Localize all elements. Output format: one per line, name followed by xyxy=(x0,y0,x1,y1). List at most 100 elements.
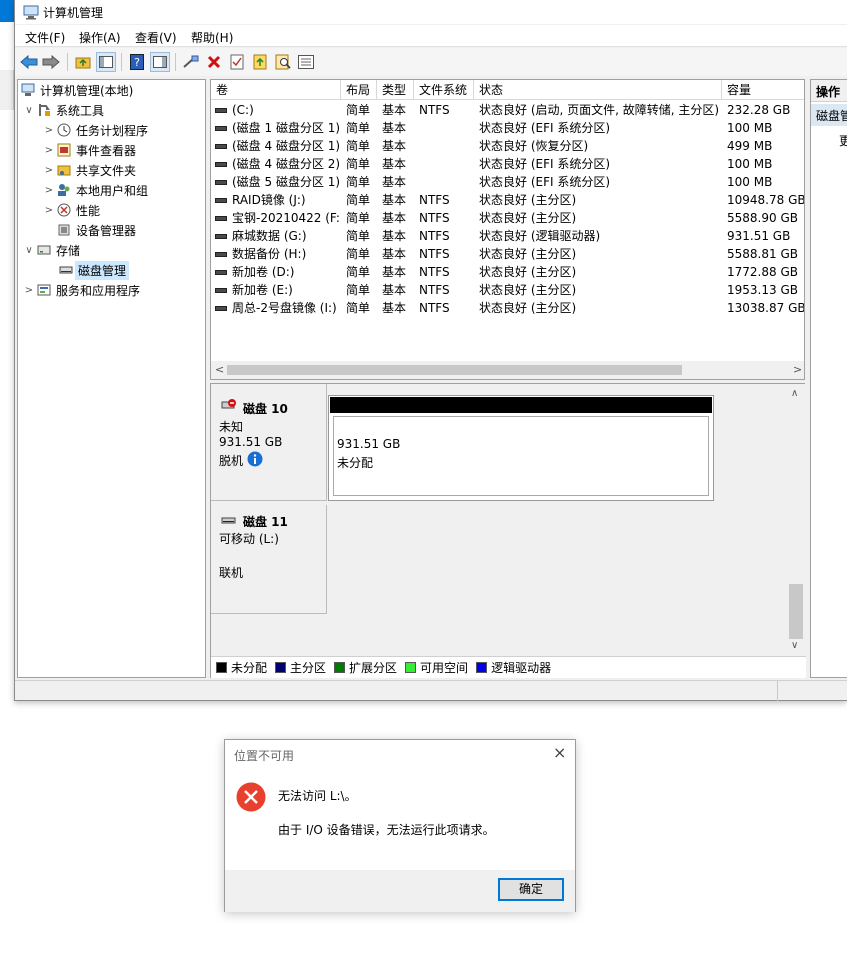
legend-label: 逻辑驱动器 xyxy=(491,661,552,675)
table-row[interactable]: (磁盘 1 磁盘分区 1) 简单 基本 状态良好 (EFI 系统分区) 100 MB xyxy=(211,119,804,137)
table-cell: 状态良好 (EFI 系统分区) xyxy=(479,155,723,173)
scroll-right-icon[interactable]: > xyxy=(793,363,802,376)
column-header-capacity[interactable]: 容量 xyxy=(722,80,804,100)
export-icon[interactable] xyxy=(250,52,270,72)
table-row[interactable]: 宝钢-20210422 (F:) 简单 基本 NTFS 状态良好 (主分区) 5588.9… xyxy=(211,209,804,227)
cell-text: 状态良好 (EFI 系统分区) xyxy=(479,175,611,189)
table-cell: 新加卷 (E:) xyxy=(215,281,341,299)
action-pane-icon[interactable] xyxy=(150,52,170,72)
cell-text: 13038.87 GB xyxy=(727,301,805,315)
disk10-partition[interactable]: 931.51 GB 未分配 xyxy=(328,395,714,501)
disk11-state: 联机 xyxy=(219,566,244,580)
cell-text: 简单 xyxy=(346,193,371,207)
scroll-left-icon[interactable]: < xyxy=(215,363,224,376)
table-row[interactable]: 周总-2号盘镜像 (I:) 简单 基本 NTFS 状态良好 (主分区) 13038.87 … xyxy=(211,299,805,317)
connect-icon[interactable] xyxy=(181,52,201,72)
table-row[interactable]: RAID镜像 (J:) 简单 基本 NTFS 状态良好 (主分区) 10948.78 GB xyxy=(211,191,804,209)
scrollbar-thumb[interactable] xyxy=(227,365,682,375)
cell-text: 基本 xyxy=(382,247,407,261)
chevron-right-icon[interactable]: > xyxy=(42,205,56,216)
forward-arrow-icon[interactable] xyxy=(41,52,61,72)
chevron-right-icon[interactable]: > xyxy=(42,125,56,136)
table-row[interactable]: (磁盘 4 磁盘分区 2) 简单 基本 状态良好 (EFI 系统分区) 100 MB xyxy=(211,155,804,173)
table-cell: NTFS xyxy=(419,281,475,299)
table-cell: 简单 xyxy=(346,209,380,227)
ok-button[interactable]: 确定 xyxy=(498,878,564,901)
actions-item-more[interactable]: 更 xyxy=(839,132,847,149)
table-row[interactable]: 新加卷 (E:) 简单 基本 NTFS 状态良好 (主分区) 1953.13 GB xyxy=(211,281,804,299)
info-icon[interactable] xyxy=(247,451,263,467)
scroll-up-icon[interactable]: ∧ xyxy=(791,388,798,399)
list-view-icon[interactable] xyxy=(296,52,316,72)
menu-view[interactable]: 查看(V) xyxy=(135,29,177,46)
cell-text: 931.51 GB xyxy=(727,229,791,243)
column-header-status[interactable]: 状态 xyxy=(474,80,722,100)
up-folder-icon[interactable] xyxy=(73,52,93,72)
column-header-type[interactable]: 类型 xyxy=(377,80,414,100)
column-header-filesystem[interactable]: 文件系统 xyxy=(414,80,474,100)
tree-item-disk-management[interactable]: 磁盘管理 xyxy=(58,260,130,280)
table-row[interactable]: 新加卷 (D:) 简单 基本 NTFS 状态良好 (主分区) 1772.88 GB xyxy=(211,263,804,281)
tree-item-system-tools[interactable]: ∨ 系统工具 xyxy=(22,100,104,120)
cell-text: 新加卷 (D:) xyxy=(232,265,295,279)
table-cell: 基本 xyxy=(382,191,416,209)
chevron-right-icon[interactable]: > xyxy=(42,145,56,156)
volume-icon xyxy=(215,234,227,239)
scrollbar-thumb[interactable] xyxy=(789,584,803,639)
tree-label: 共享文件夹 xyxy=(76,163,137,178)
tree-item-performance[interactable]: > 性能 xyxy=(42,200,100,220)
vertical-scrollbar[interactable]: ∧ ∨ xyxy=(788,384,805,656)
help-icon[interactable]: ? xyxy=(127,52,147,72)
tree-item-services[interactable]: > 服务和应用程序 xyxy=(22,280,140,300)
chevron-down-icon[interactable]: ∨ xyxy=(22,245,36,256)
close-icon[interactable]: × xyxy=(553,743,566,762)
tree-item-storage[interactable]: ∨ 存储 xyxy=(22,240,80,260)
chevron-right-icon[interactable]: > xyxy=(42,185,56,196)
horizontal-scrollbar[interactable]: < > xyxy=(211,361,804,379)
scroll-down-icon[interactable]: ∨ xyxy=(791,640,798,651)
table-row[interactable]: (磁盘 4 磁盘分区 1) 简单 基本 状态良好 (恢复分区) 499 MB xyxy=(211,137,804,155)
table-row[interactable]: (磁盘 5 磁盘分区 1) 简单 基本 状态良好 (EFI 系统分区) 100 MB xyxy=(211,173,804,191)
cell-text: 状态良好 (恢复分区) xyxy=(479,139,589,153)
menu-file[interactable]: 文件(F) xyxy=(25,29,65,46)
disk11-info[interactable]: 磁盘 11 可移动 (L:) 联机 xyxy=(211,505,327,614)
legend-label: 主分区 xyxy=(290,661,327,675)
cell-text: NTFS xyxy=(419,301,450,315)
console-tree-icon[interactable] xyxy=(96,52,116,72)
chevron-down-icon[interactable]: ∨ xyxy=(22,105,36,116)
cell-text: 100 MB xyxy=(727,157,773,171)
computer-management-icon xyxy=(23,5,39,20)
chevron-right-icon[interactable]: > xyxy=(42,165,56,176)
tree-item-device-manager[interactable]: 设备管理器 xyxy=(56,220,136,240)
table-cell: 5588.81 GB xyxy=(727,245,804,263)
volume-icon xyxy=(215,108,227,113)
column-header-volume[interactable]: 卷 xyxy=(211,80,341,100)
tree-item-event-viewer[interactable]: > 事件查看器 xyxy=(42,140,136,160)
tree-item-task-scheduler[interactable]: > 任务计划程序 xyxy=(42,120,148,140)
cell-text: 简单 xyxy=(346,283,371,297)
menu-help[interactable]: 帮助(H) xyxy=(191,29,233,46)
tree-label: 事件查看器 xyxy=(76,143,137,158)
search-icon[interactable] xyxy=(273,52,293,72)
back-arrow-icon[interactable] xyxy=(19,52,39,72)
properties-icon[interactable] xyxy=(227,52,247,72)
column-header-layout[interactable]: 布局 xyxy=(341,80,377,100)
disk10-info[interactable]: 磁盘 10 未知 931.51 GB 脱机 xyxy=(211,384,327,501)
table-row[interactable]: 数据备份 (H:) 简单 基本 NTFS 状态良好 (主分区) 5588.81 GB xyxy=(211,245,804,263)
chevron-right-icon[interactable]: > xyxy=(22,285,36,296)
table-cell: 麻城数据 (G:) xyxy=(215,227,341,245)
menu-action[interactable]: 操作(A) xyxy=(79,29,121,46)
disk11-name: 磁盘 11 xyxy=(243,515,288,529)
table-row[interactable]: (C:) 简单 基本 NTFS 状态良好 (启动, 页面文件, 故障转储, 主分区) 23… xyxy=(211,101,804,119)
cell-text: NTFS xyxy=(419,265,450,279)
svg-text:?: ? xyxy=(134,56,140,69)
table-row[interactable]: 麻城数据 (G:) 简单 基本 NTFS 状态良好 (逻辑驱动器) 931.51 GB xyxy=(211,227,804,245)
tree-item-local-users[interactable]: > 本地用户和组 xyxy=(42,180,148,200)
tree-item-shared-folders[interactable]: > 共享文件夹 xyxy=(42,160,136,180)
volume-icon xyxy=(215,198,227,203)
cell-text: 状态良好 (EFI 系统分区) xyxy=(479,157,611,171)
table-cell: 状态良好 (逻辑驱动器) xyxy=(479,227,723,245)
actions-item-disk-management[interactable]: 磁盘管 xyxy=(811,104,847,126)
tree-item-root[interactable]: 计算机管理(本地) xyxy=(20,80,133,100)
delete-icon[interactable] xyxy=(204,52,224,72)
